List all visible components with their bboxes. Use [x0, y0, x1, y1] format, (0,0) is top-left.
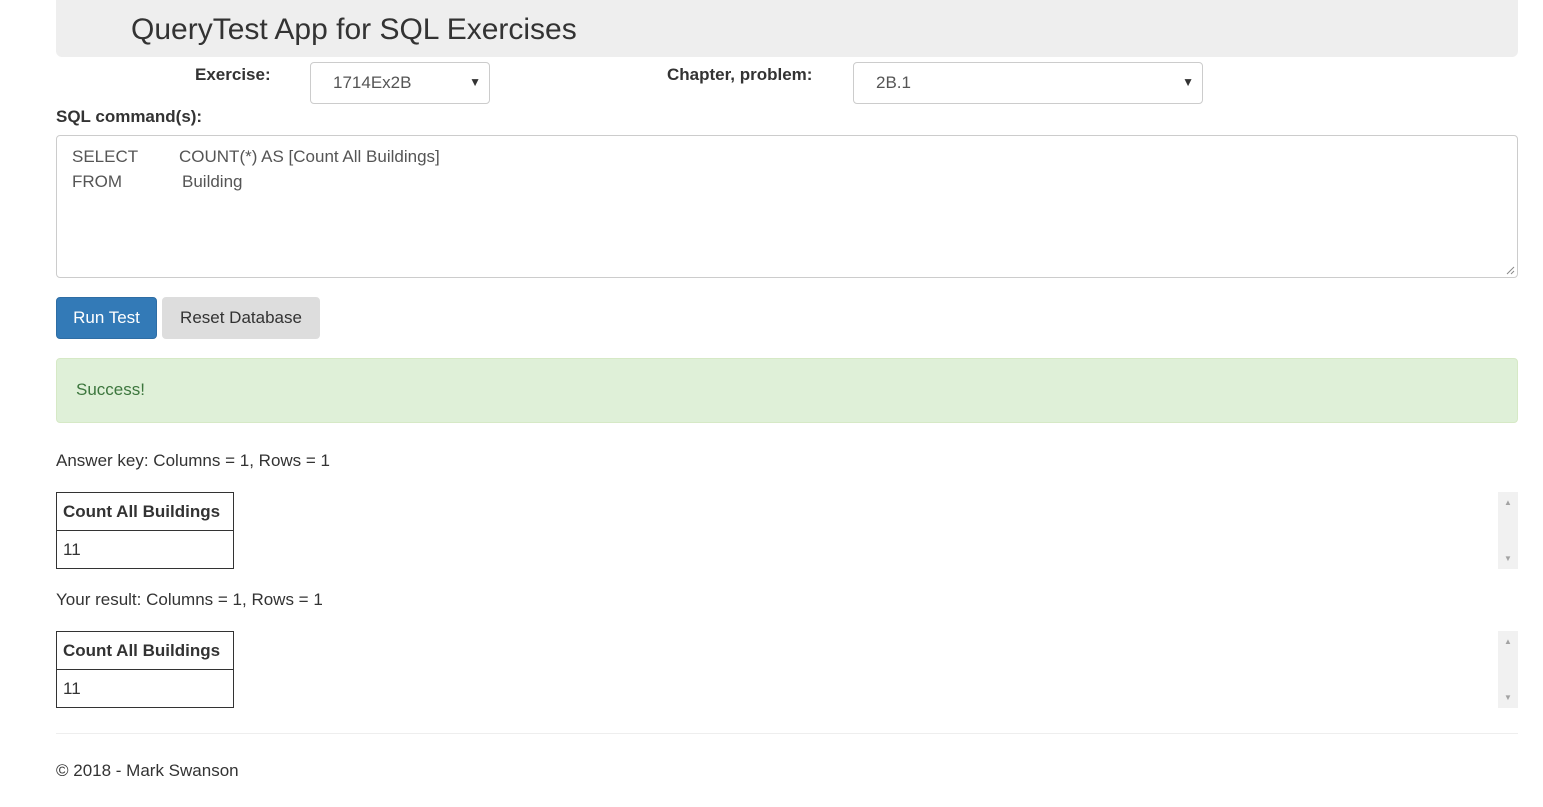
- table-header-row: Count All Buildings: [56, 631, 234, 670]
- your-result-table: Count All Buildings 11: [56, 631, 234, 708]
- table-header-cell: Count All Buildings: [56, 631, 234, 670]
- footer-divider: [56, 733, 1518, 734]
- answer-key-scrollbar[interactable]: ▲ ▼: [1498, 492, 1518, 569]
- footer-copyright: © 2018 - Mark Swanson: [56, 761, 239, 780]
- sql-command-textarea[interactable]: SELECT COUNT(*) AS [Count All Buildings] …: [56, 135, 1518, 278]
- sql-commands-label: SQL command(s):: [56, 107, 203, 126]
- answer-key-summary: Answer key: Columns = 1, Rows = 1: [56, 451, 331, 470]
- table-header-cell: Count All Buildings: [56, 492, 234, 531]
- chevron-down-icon: ▼: [1182, 75, 1194, 89]
- scroll-down-icon[interactable]: ▼: [1498, 554, 1518, 563]
- sql-line: SELECT COUNT(*) AS [Count All Buildings]: [72, 147, 440, 166]
- chapter-problem-label: Chapter, problem:: [667, 65, 813, 84]
- exercise-select-value: 1714Ex2B: [333, 73, 412, 92]
- your-result-scrollbar[interactable]: ▲ ▼: [1498, 631, 1518, 708]
- scroll-down-icon[interactable]: ▼: [1498, 693, 1518, 702]
- alert-message: Success!: [76, 380, 145, 399]
- table-cell: 11: [56, 669, 234, 708]
- success-alert: Success!: [56, 358, 1518, 423]
- scroll-up-icon[interactable]: ▲: [1498, 498, 1518, 507]
- page-title: QueryTest App for SQL Exercises: [131, 13, 577, 46]
- table-row: 11: [56, 669, 234, 708]
- table-row: 11: [56, 530, 234, 569]
- chevron-down-icon: ▼: [469, 75, 481, 89]
- run-test-button[interactable]: Run Test: [56, 297, 157, 339]
- answer-key-table: Count All Buildings 11: [56, 492, 234, 569]
- resize-handle-icon[interactable]: [1505, 265, 1515, 275]
- your-result-table-container: Count All Buildings 11 ▲ ▼: [56, 631, 1518, 708]
- exercise-label: Exercise:: [195, 65, 271, 84]
- answer-key-table-container: Count All Buildings 11 ▲ ▼: [56, 492, 1518, 569]
- page-header: QueryTest App for SQL Exercises: [56, 0, 1518, 57]
- sql-line: FROM Building: [72, 172, 243, 191]
- table-header-row: Count All Buildings: [56, 492, 234, 531]
- reset-database-button[interactable]: Reset Database: [162, 297, 320, 339]
- chapter-problem-select[interactable]: 2B.1 ▼: [853, 62, 1203, 104]
- your-result-summary: Your result: Columns = 1, Rows = 1: [56, 590, 323, 609]
- chapter-problem-select-value: 2B.1: [876, 73, 911, 92]
- table-cell: 11: [56, 530, 234, 569]
- scroll-up-icon[interactable]: ▲: [1498, 637, 1518, 646]
- exercise-select[interactable]: 1714Ex2B ▼: [310, 62, 490, 104]
